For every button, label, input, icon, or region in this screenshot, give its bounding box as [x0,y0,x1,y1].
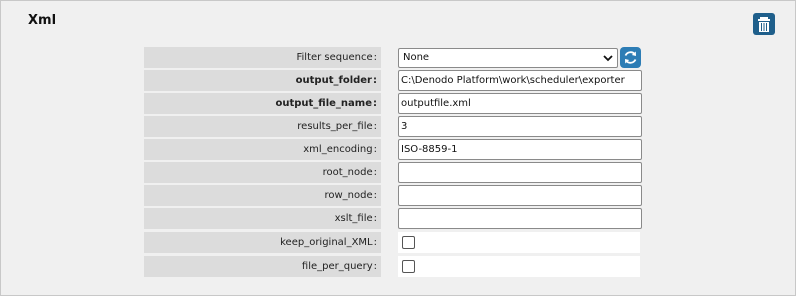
panel-title: Xml [28,13,57,28]
row-node-input[interactable] [398,185,642,206]
refresh-icon [624,51,637,64]
xml-panel: Xml Filter sequence: None output_folder:… [0,0,796,296]
filter-sequence-value: None [403,52,430,63]
trash-icon [758,17,770,32]
output-file-name-input[interactable] [398,93,642,114]
file-per-query-checkbox[interactable] [402,260,415,273]
xml-encoding-input[interactable] [398,139,642,160]
keep-original-xml-cell [398,232,640,253]
file-per-query-cell [398,256,640,277]
file-per-query-label: file_per_query: [144,256,381,277]
root-node-input[interactable] [398,162,642,183]
keep-original-xml-label: keep_original_XML: [144,232,381,253]
xml-encoding-label: xml_encoding: [144,139,381,160]
filter-sequence-select[interactable]: None [398,48,618,68]
xslt-file-input[interactable] [398,208,642,229]
output-folder-label: output_folder: [144,70,381,91]
refresh-button[interactable] [620,47,641,68]
root-node-label: root_node: [144,162,381,183]
results-per-file-input[interactable] [398,116,642,137]
delete-button[interactable] [753,13,775,35]
output-file-name-label: output_file_name: [144,93,381,114]
chevron-down-icon [603,55,613,62]
row-node-label: row_node: [144,185,381,206]
output-folder-input[interactable] [398,70,642,91]
keep-original-xml-checkbox[interactable] [402,236,415,249]
xslt-file-label: xslt_file: [144,208,381,229]
filter-sequence-label: Filter sequence: [144,47,381,68]
results-per-file-label: results_per_file: [144,116,381,137]
